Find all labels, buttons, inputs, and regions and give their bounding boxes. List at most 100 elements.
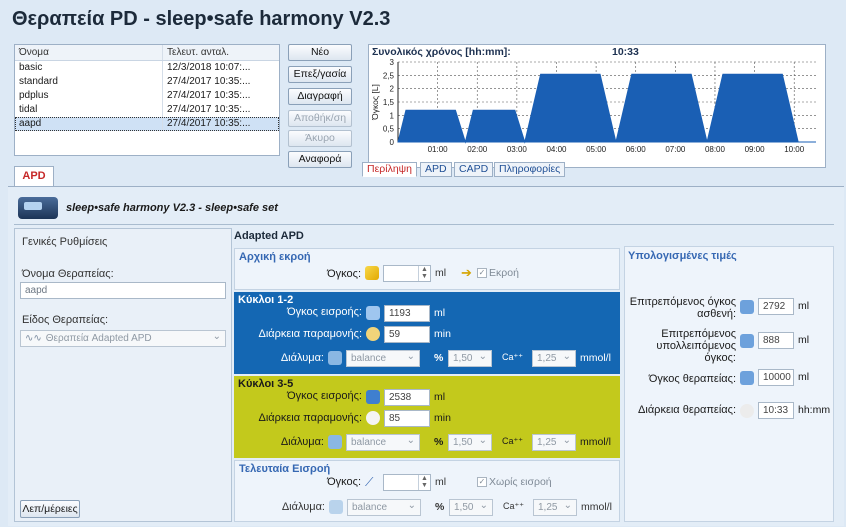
tab-main-apd[interactable]: APD [14,166,54,186]
volume-bag-icon [740,300,754,314]
column-header-name[interactable]: Όνομα [15,45,163,60]
tab-summary[interactable]: Περίληψη [362,162,417,177]
therapy-date: 27/4/2017 10:35:... [167,104,251,115]
solution-bags-icon [329,500,343,514]
solution-label: Διάλυμα: [280,352,324,364]
calcium-select[interactable]: 1,25 [533,498,577,516]
therapy-name: aapd [15,117,163,131]
therapy-volume-unit: ml [798,371,810,383]
x-tick-label: 03:00 [507,145,528,154]
spinner[interactable]: ▲ ▼ [418,475,430,490]
dwell-time-label: Διάρκεια παραμονής: [258,328,362,340]
last-inflow-volume-field[interactable]: ▲ ▼ [383,474,431,491]
therapy-duration-label: Διάρκεια θεραπείας: [638,404,736,416]
therapy-name: basic [15,61,163,75]
inflow-unit: ml [434,307,446,319]
percent-label: % [435,501,445,513]
report-button[interactable]: Αναφορά [288,151,352,168]
percent-label: % [434,436,444,448]
y-tick-label: 2 [390,85,395,94]
calcium-unit: mmol/l [580,352,611,364]
cancel-button[interactable]: Άκυρο [288,130,352,147]
initial-drain-title: Αρχική εκροή [239,251,311,263]
tab-capd[interactable]: CAPD [454,162,494,177]
solution-select[interactable]: balance [346,349,420,367]
last-inflow-section: Τελευταία Εισροή Όγκος: ⟋ ▲ ▼ ml ✓ Χωρίς ε… [234,460,620,522]
calcium-label: Ca⁺⁺ [502,436,524,446]
inflow-bag-icon [366,390,380,404]
therapy-type-label: Είδος Θεραπείας: [22,314,109,326]
drain-checkbox[interactable]: ✓ Εκροή [477,267,519,279]
patient-volume-unit: ml [798,300,810,312]
therapy-volume-icon [740,371,754,385]
residual-bag-icon [740,334,754,348]
therapy-name-field[interactable]: aapd [20,282,226,299]
solution-select[interactable]: balance [347,498,421,516]
table-row[interactable]: tidal 27/4/2017 10:35:... [15,103,279,117]
no-inflow-checkbox[interactable]: ✓ Χωρίς εισροή [477,476,552,488]
y-axis-label: Όγκος [L] [370,84,380,121]
last-inflow-icon: ⟋ [365,475,374,489]
initial-drain-volume-field[interactable]: ▲ ▼ [383,265,431,282]
calcium-select[interactable]: 1,25 [532,349,576,367]
y-tick-label: 1 [390,111,395,120]
inflow-volume-field[interactable]: 1193 [384,305,430,322]
checkbox-box[interactable]: ✓ [477,477,487,487]
patient-volume-label: Επιτρεπόμενος όγκος ασθενή: [629,296,736,320]
save-button[interactable]: Αποθήκ/ση [288,110,352,127]
dwell-time-label: Διάρκεια παραμονής: [258,412,362,424]
device-name: sleep•safe harmony V2.3 - sleep•safe set [66,202,278,214]
drain-checkbox-label: Εκροή [489,267,519,279]
calcium-select[interactable]: 1,25 [532,433,576,451]
details-button[interactable]: Λεπ/μέρειες [20,500,80,518]
table-row[interactable]: basic 12/3/2018 10:07:... [15,61,279,75]
glucose-select[interactable]: 1,50 [448,433,492,451]
glucose-select[interactable]: 1,50 [448,349,492,367]
inflow-volume-label: Όγκος εισροής: [287,390,362,402]
delete-button[interactable]: Διαγραφή [288,88,352,105]
column-header-modified[interactable]: Τελευτ. ανταλ. [163,45,279,60]
residual-volume-field: 888 [758,332,794,349]
solution-select[interactable]: balance [346,433,420,451]
table-row[interactable]: standard 27/4/2017 10:35:... [15,75,279,89]
checkbox-box[interactable]: ✓ [477,268,487,278]
y-tick-label: 1,5 [383,98,395,107]
initial-drain-unit: ml [435,267,447,279]
inflow-volume-field[interactable]: 2538 [384,389,430,406]
initial-drain-volume-label: Όγκος: [327,268,361,280]
y-tick-label: 0 [390,138,395,147]
therapy-name: tidal [15,103,163,117]
therapy-list[interactable]: Όνομα Τελευτ. ανταλ. basic 12/3/2018 10:0… [14,44,280,156]
x-tick-label: 05:00 [586,145,607,154]
therapy-duration-field: 10:33 [758,402,794,419]
therapy-date: 27/4/2017 10:35:... [167,90,251,101]
dwell-time-field[interactable]: 59 [384,326,430,343]
x-tick-label: 04:00 [546,145,567,154]
glucose-select[interactable]: 1,50 [449,498,493,516]
last-inflow-unit: ml [435,476,447,488]
therapy-list-header: Όνομα Τελευτ. ανταλ. [15,45,279,61]
dwell-time-field[interactable]: 85 [384,410,430,427]
x-tick-label: 02:00 [467,145,488,154]
therapy-date: 27/4/2017 10:35:... [167,118,251,129]
inflow-volume-label: Όγκος εισροής: [287,306,362,318]
therapy-type-select[interactable]: ∿∿ Θεραπεία Adapted APD [20,329,226,347]
therapy-name: standard [15,75,163,89]
page-title: Θεραπεία PD - sleep•safe harmony V2.3 [12,8,391,30]
tab-info[interactable]: Πληροφορίες [494,162,566,177]
tab-apd[interactable]: APD [420,162,452,177]
cycles-3-5-section: Κύκλοι 3-5 Όγκος εισροής: 2538 ml Διάρκε… [234,376,620,458]
new-button[interactable]: Νέο [288,44,352,61]
therapy-volume-label: Όγκος θεραπείας: [648,373,736,385]
table-row[interactable]: pdplus 27/4/2017 10:35:... [15,89,279,103]
therapy-date: 27/4/2017 10:35:... [167,76,251,87]
inflow-bag-icon [366,306,380,320]
edit-button[interactable]: Επεξ/γασία [288,66,352,83]
table-row-selected[interactable]: aapd 27/4/2017 10:35:... [15,117,279,131]
percent-label: % [434,352,444,364]
therapy-volume-field: 10000 [758,369,794,386]
drain-bag-icon [365,266,379,280]
no-inflow-label: Χωρίς εισροή [489,476,552,488]
general-settings-title: Γενικές Ρυθμίσεις [22,236,108,248]
spinner[interactable]: ▲ ▼ [418,266,430,281]
